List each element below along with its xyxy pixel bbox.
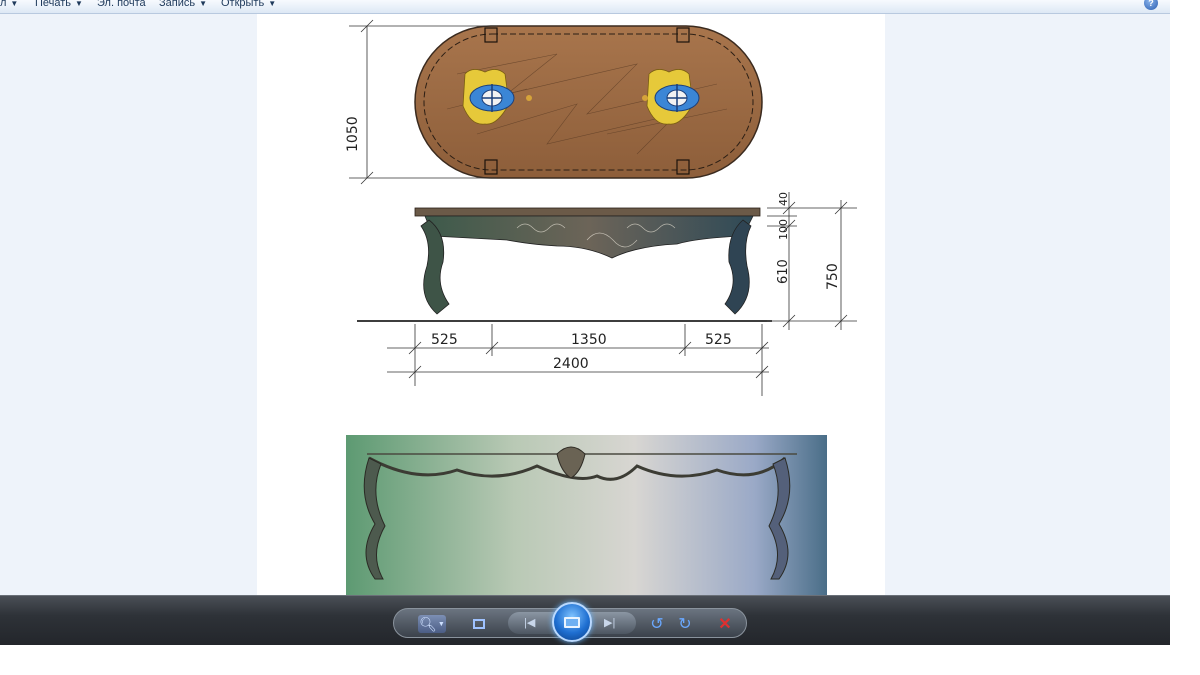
rotate-right-icon[interactable]: ↻ [674,615,696,633]
previous-icon: |◀ [524,617,536,629]
next-icon: ▶| [604,617,616,629]
menu-bar: л ▼ Печать ▼ Эл. почта Запись ▼ Открыть ▼ ? [0,0,1170,14]
viewer-toolbar: 🔍︎ ▼ |◀ ▶| ↺ ↻ ✕ [0,595,1170,645]
dim-height-top: 1050 [345,116,361,152]
menu-email-label: Эл. почта [97,0,146,9]
dim-left: 525 [431,332,458,348]
menu-print-label: Печать [35,0,72,9]
dim-right: 525 [705,332,732,348]
dim-mid: 1350 [571,332,607,348]
dim-100: 100 [777,219,790,240]
toolbar-controls: 🔍︎ ▼ |◀ ▶| ↺ ↻ ✕ [393,602,747,642]
dim-610: 610 [776,259,791,284]
photo-viewer-window: л ▼ Печать ▼ Эл. почта Запись ▼ Открыть ▼ ? [0,0,1170,645]
slideshow-button[interactable] [552,602,592,642]
menu-file[interactable]: л ▼ [0,0,18,9]
chevron-down-icon: ▼ [199,0,208,8]
fit-window-icon[interactable] [468,615,490,633]
carving-photo [346,435,827,595]
slideshow-icon [564,616,580,628]
dim-750: 750 [825,263,841,290]
dim-total: 2400 [553,356,589,372]
image-canvas: 1050 40 100 610 750 525 1350 525 2400 [257,14,885,595]
menu-open[interactable]: Открыть ▼ [221,0,276,9]
table-drawing: 1050 40 100 610 750 525 1350 525 2400 [345,19,857,595]
menu-print[interactable]: Печать ▼ [35,0,83,9]
chevron-down-icon: ▼ [268,0,277,8]
menu-burn[interactable]: Запись ▼ [159,0,207,9]
dim-40: 40 [777,192,790,206]
rotate-left-icon[interactable]: ↺ [646,615,668,633]
chevron-down-icon: ▼ [75,0,83,8]
menu-file-label: л [0,0,7,9]
delete-icon[interactable]: ✕ [714,615,736,633]
right-margin [1170,0,1200,645]
tabletop-side-view [414,207,761,217]
menu-email[interactable]: Эл. почта [97,0,146,9]
menu-open-label: Открыть [221,0,265,9]
help-icon[interactable]: ? [1144,0,1158,10]
zoom-icon[interactable]: 🔍︎ ▼ [418,615,446,633]
chevron-down-icon: ▼ [10,0,19,8]
carved-apron [424,215,754,259]
menu-burn-label: Запись [159,0,196,9]
